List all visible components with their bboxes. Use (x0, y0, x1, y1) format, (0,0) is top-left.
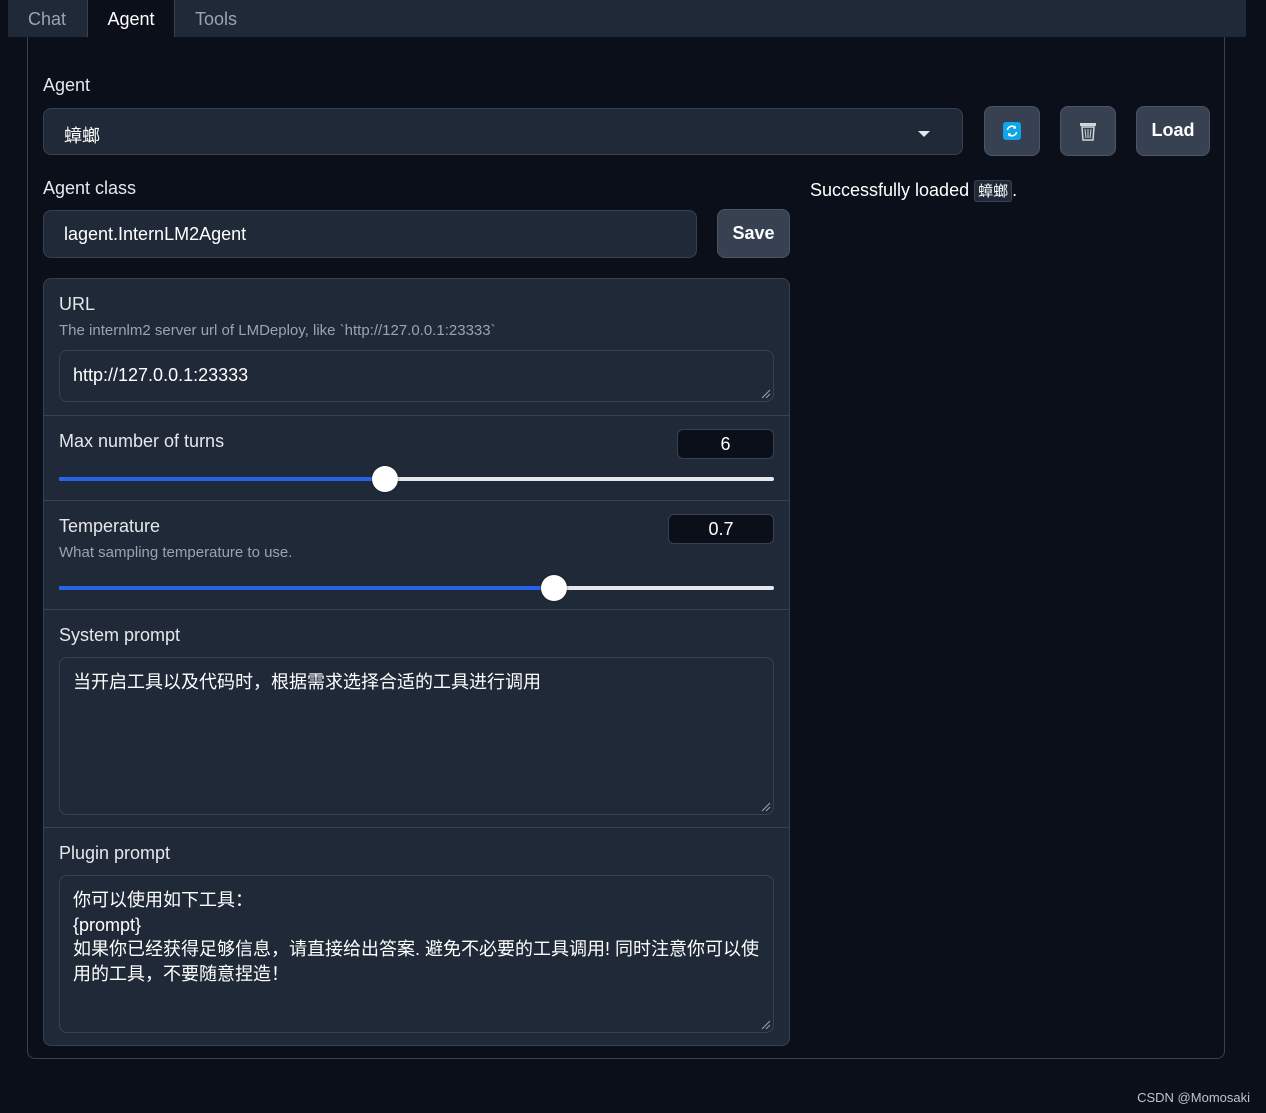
refresh-icon (1003, 122, 1021, 140)
tab-label: Chat (28, 9, 67, 29)
refresh-button[interactable] (984, 106, 1040, 156)
temperature-number-input[interactable]: 0.7 (668, 514, 774, 544)
url-label: URL (59, 294, 96, 314)
max-turns-label: Max number of turns (59, 431, 225, 451)
status-suffix: . (1012, 180, 1018, 200)
temperature-slider[interactable] (59, 575, 774, 601)
system-prompt-label: System prompt (59, 625, 181, 645)
divider (44, 500, 789, 501)
temperature-hint: What sampling temperature to use. (59, 544, 293, 561)
load-button[interactable]: Load (1136, 106, 1210, 156)
status-agent-name: 蟑螂 (974, 180, 1013, 202)
trash-icon (1080, 123, 1096, 141)
plugin-prompt-value: 你可以使用如下工具： {prompt} 如果你已经获得足够信息，请直接给出答案.… (73, 890, 759, 984)
plugin-prompt-textarea[interactable]: 你可以使用如下工具： {prompt} 如果你已经获得足够信息，请直接给出答案.… (59, 875, 774, 1033)
divider (44, 827, 789, 828)
status-prefix: Successfully loaded (810, 180, 975, 200)
agent-params-group: URL The internlm2 server url of LMDeploy… (43, 278, 790, 1046)
tab-bar (8, 0, 1246, 37)
save-button[interactable]: Save (717, 209, 790, 258)
resize-handle-icon[interactable] (761, 389, 771, 399)
tab-label: Agent (107, 9, 155, 29)
agent-class-value: lagent.InternLM2Agent (64, 224, 247, 244)
chevron-down-icon (918, 131, 930, 137)
max-turns-slider[interactable] (59, 466, 774, 492)
max-turns-number-input[interactable]: 6 (677, 429, 774, 459)
resize-handle-icon[interactable] (761, 1020, 771, 1030)
slider-thumb[interactable] (372, 466, 399, 492)
agent-dropdown[interactable]: 蟑螂 (43, 108, 963, 155)
agent-selected-value: 蟑螂 (64, 126, 100, 146)
agent-label: Agent (43, 75, 91, 95)
tab-tools[interactable]: Tools (195, 0, 237, 37)
divider (44, 415, 789, 416)
tab-chat[interactable]: Chat (28, 0, 66, 37)
status-message: Successfully loaded 蟑螂. (810, 180, 1018, 202)
system-prompt-value: 当开启工具以及代码时，根据需求选择合适的工具进行调用 (73, 672, 541, 692)
slider-fill (59, 586, 554, 590)
watermark: CSDN @Momosaki (1137, 1090, 1250, 1105)
temperature-label: Temperature (59, 516, 161, 536)
agent-class-input[interactable]: lagent.InternLM2Agent (43, 210, 697, 258)
url-input[interactable]: http://127.0.0.1:23333 (59, 350, 774, 402)
slider-thumb[interactable] (540, 575, 567, 601)
divider (44, 609, 789, 610)
url-value: http://127.0.0.1:23333 (73, 365, 249, 385)
tab-label: Tools (195, 9, 238, 29)
resize-handle-icon[interactable] (761, 802, 771, 812)
slider-fill (59, 477, 386, 481)
system-prompt-textarea[interactable]: 当开启工具以及代码时，根据需求选择合适的工具进行调用 (59, 657, 774, 815)
delete-button[interactable] (1060, 106, 1116, 156)
url-hint: The internlm2 server url of LMDeploy, li… (59, 322, 496, 339)
plugin-prompt-label: Plugin prompt (59, 843, 171, 863)
agent-class-label: Agent class (43, 178, 137, 198)
tab-agent[interactable]: Agent (87, 0, 175, 37)
